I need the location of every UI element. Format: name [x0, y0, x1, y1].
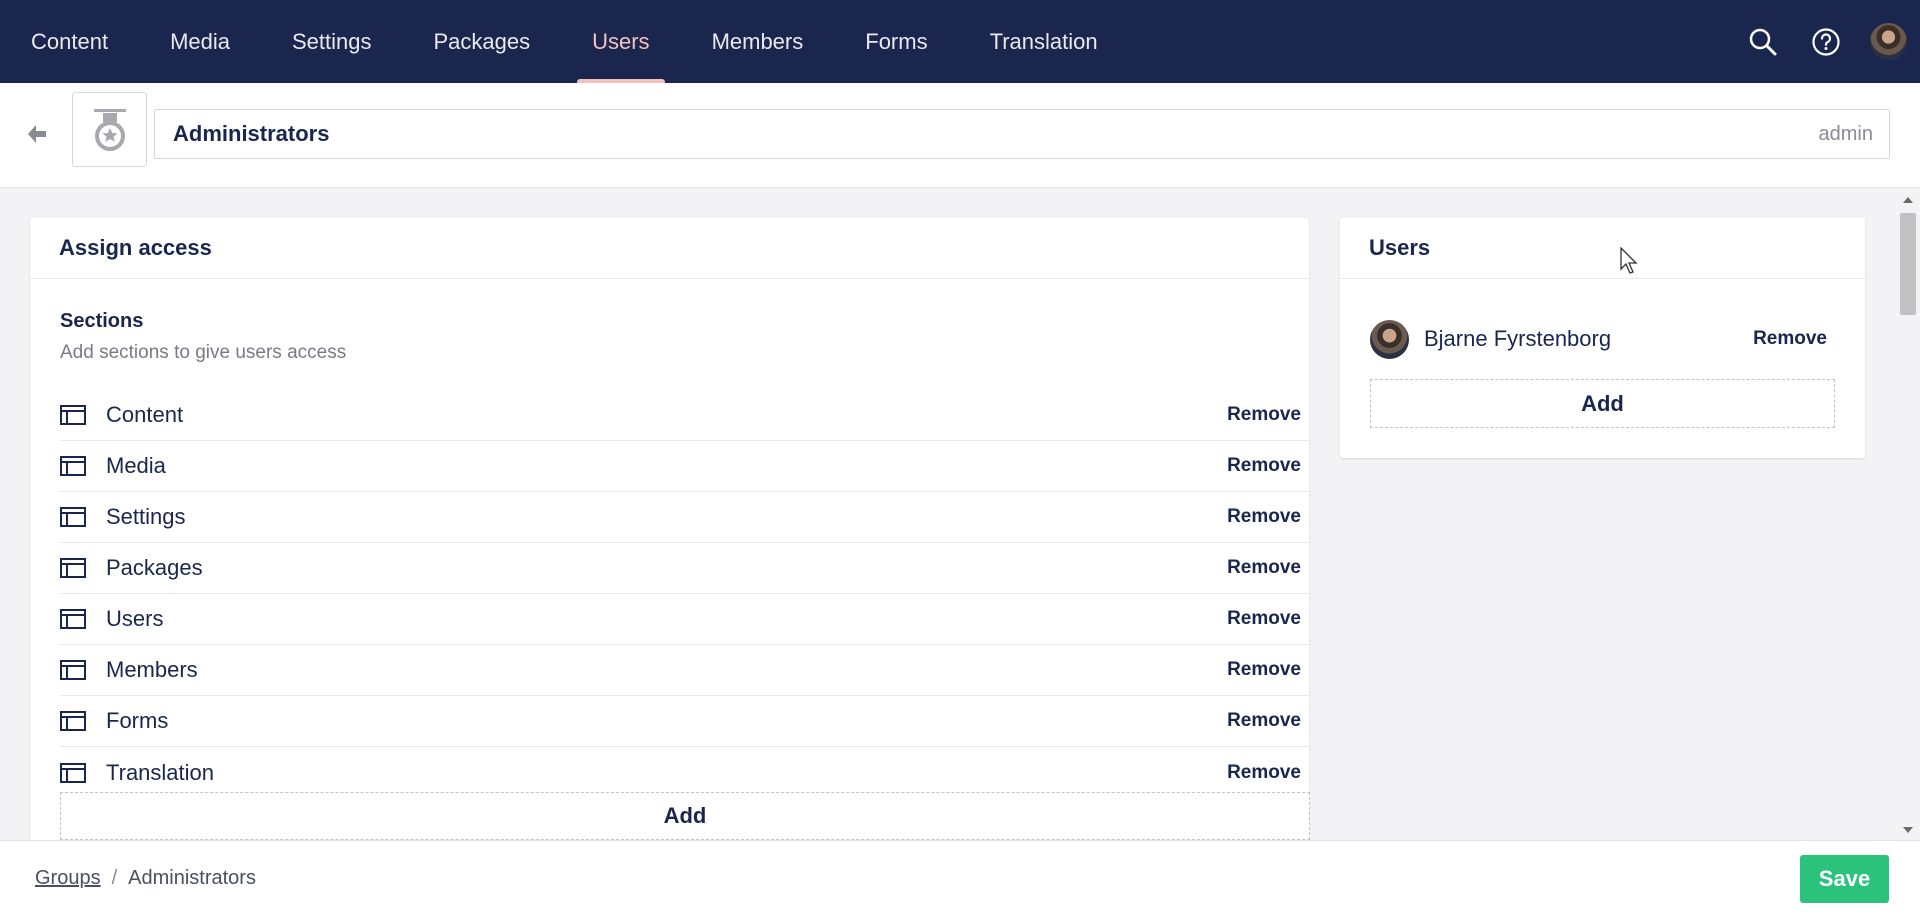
- remove-section-button[interactable]: Remove: [1227, 762, 1301, 784]
- group-alias: admin: [1818, 122, 1873, 145]
- group-name-field[interactable]: Administrators admin: [154, 109, 1890, 159]
- medal-icon: [93, 108, 126, 151]
- user-avatar[interactable]: [1857, 0, 1920, 83]
- user-row: Bjarne Fyrstenborg Remove: [1370, 319, 1827, 359]
- sections-list: Content Remove Media Remove Settings Rem…: [60, 390, 1310, 798]
- top-icons: [1731, 0, 1920, 83]
- section-label: Translation: [106, 759, 215, 785]
- nav-item-users[interactable]: Users: [561, 0, 680, 83]
- section-icon: [60, 507, 86, 527]
- nav-item-settings[interactable]: Settings: [261, 0, 403, 83]
- section-label: Users: [106, 606, 164, 631]
- assign-access-title: Assign access: [30, 218, 1309, 279]
- section-icon: [60, 762, 86, 783]
- section-icon: [60, 711, 86, 731]
- section-icon: [60, 405, 86, 425]
- breadcrumb-groups-link[interactable]: Groups: [35, 867, 101, 890]
- section-row-settings: Settings Remove: [60, 492, 1310, 543]
- nav-item-members[interactable]: Members: [681, 0, 835, 83]
- scrollbar-thumb[interactable]: [1900, 213, 1916, 315]
- breadcrumb: Groups / Administrators: [35, 867, 256, 890]
- section-row-members: Members Remove: [60, 645, 1310, 696]
- section-row-translation: Translation Remove: [60, 747, 1310, 798]
- remove-section-button[interactable]: Remove: [1227, 506, 1301, 528]
- remove-section-button[interactable]: Remove: [1227, 455, 1301, 477]
- remove-section-button[interactable]: Remove: [1227, 710, 1301, 732]
- breadcrumb-current: Administrators: [128, 867, 256, 889]
- nav-item-packages[interactable]: Packages: [402, 0, 561, 83]
- mouse-cursor-icon: [1620, 246, 1640, 280]
- remove-user-button[interactable]: Remove: [1753, 328, 1827, 350]
- section-icon: [60, 558, 86, 578]
- section-row-packages: Packages Remove: [60, 543, 1310, 594]
- sections-description: Add sections to give users access: [60, 342, 347, 363]
- scroll-down-arrow-icon[interactable]: [1903, 827, 1913, 833]
- section-label: Settings: [106, 504, 186, 529]
- back-arrow-icon[interactable]: [26, 123, 52, 149]
- remove-section-button[interactable]: Remove: [1227, 659, 1301, 681]
- remove-section-button[interactable]: Remove: [1227, 608, 1301, 630]
- section-icon: [60, 456, 86, 476]
- editor-header: Administrators admin: [0, 83, 1920, 188]
- editor-footer: Groups / Administrators Save: [0, 840, 1920, 915]
- section-nav: Content Media Settings Packages Users Me…: [0, 0, 1129, 83]
- remove-section-button[interactable]: Remove: [1227, 404, 1301, 426]
- section-label: Packages: [106, 555, 203, 580]
- nav-item-translation[interactable]: Translation: [959, 0, 1129, 83]
- remove-section-button[interactable]: Remove: [1227, 557, 1301, 579]
- section-label: Forms: [106, 708, 169, 733]
- breadcrumb-separator: /: [111, 867, 118, 889]
- nav-item-forms[interactable]: Forms: [834, 0, 958, 83]
- scroll-up-arrow-icon[interactable]: [1903, 197, 1913, 203]
- save-button[interactable]: Save: [1800, 855, 1889, 903]
- section-row-content: Content Remove: [60, 390, 1310, 441]
- search-icon[interactable]: [1731, 0, 1794, 83]
- user-name: Bjarne Fyrstenborg: [1424, 326, 1612, 351]
- top-navigation-bar: Content Media Settings Packages Users Me…: [0, 0, 1920, 83]
- group-name: Administrators: [173, 121, 330, 146]
- section-row-media: Media Remove: [60, 441, 1310, 492]
- section-row-forms: Forms Remove: [60, 696, 1310, 747]
- help-icon[interactable]: [1794, 0, 1857, 83]
- section-icon: [60, 660, 86, 680]
- sections-heading: Sections: [60, 310, 144, 332]
- section-icon: [60, 609, 86, 629]
- section-row-users: Users Remove: [60, 594, 1310, 645]
- section-label: Media: [106, 453, 166, 478]
- users-panel: Users Bjarne Fyrstenborg Remove Add: [1340, 218, 1865, 458]
- section-label: Members: [106, 657, 198, 682]
- scrollbar[interactable]: [1896, 190, 1920, 840]
- section-label: Content: [106, 402, 184, 427]
- avatar: [1870, 23, 1907, 60]
- avatar: [1370, 319, 1409, 359]
- nav-item-media[interactable]: Media: [139, 0, 261, 83]
- add-section-button[interactable]: Add: [60, 792, 1310, 840]
- nav-item-content[interactable]: Content: [0, 0, 139, 83]
- add-user-button[interactable]: Add: [1370, 379, 1835, 428]
- group-icon-picker[interactable]: [72, 92, 147, 167]
- assign-access-panel: Assign access Sections Add sections to g…: [30, 218, 1310, 858]
- users-panel-title: Users: [1340, 218, 1865, 279]
